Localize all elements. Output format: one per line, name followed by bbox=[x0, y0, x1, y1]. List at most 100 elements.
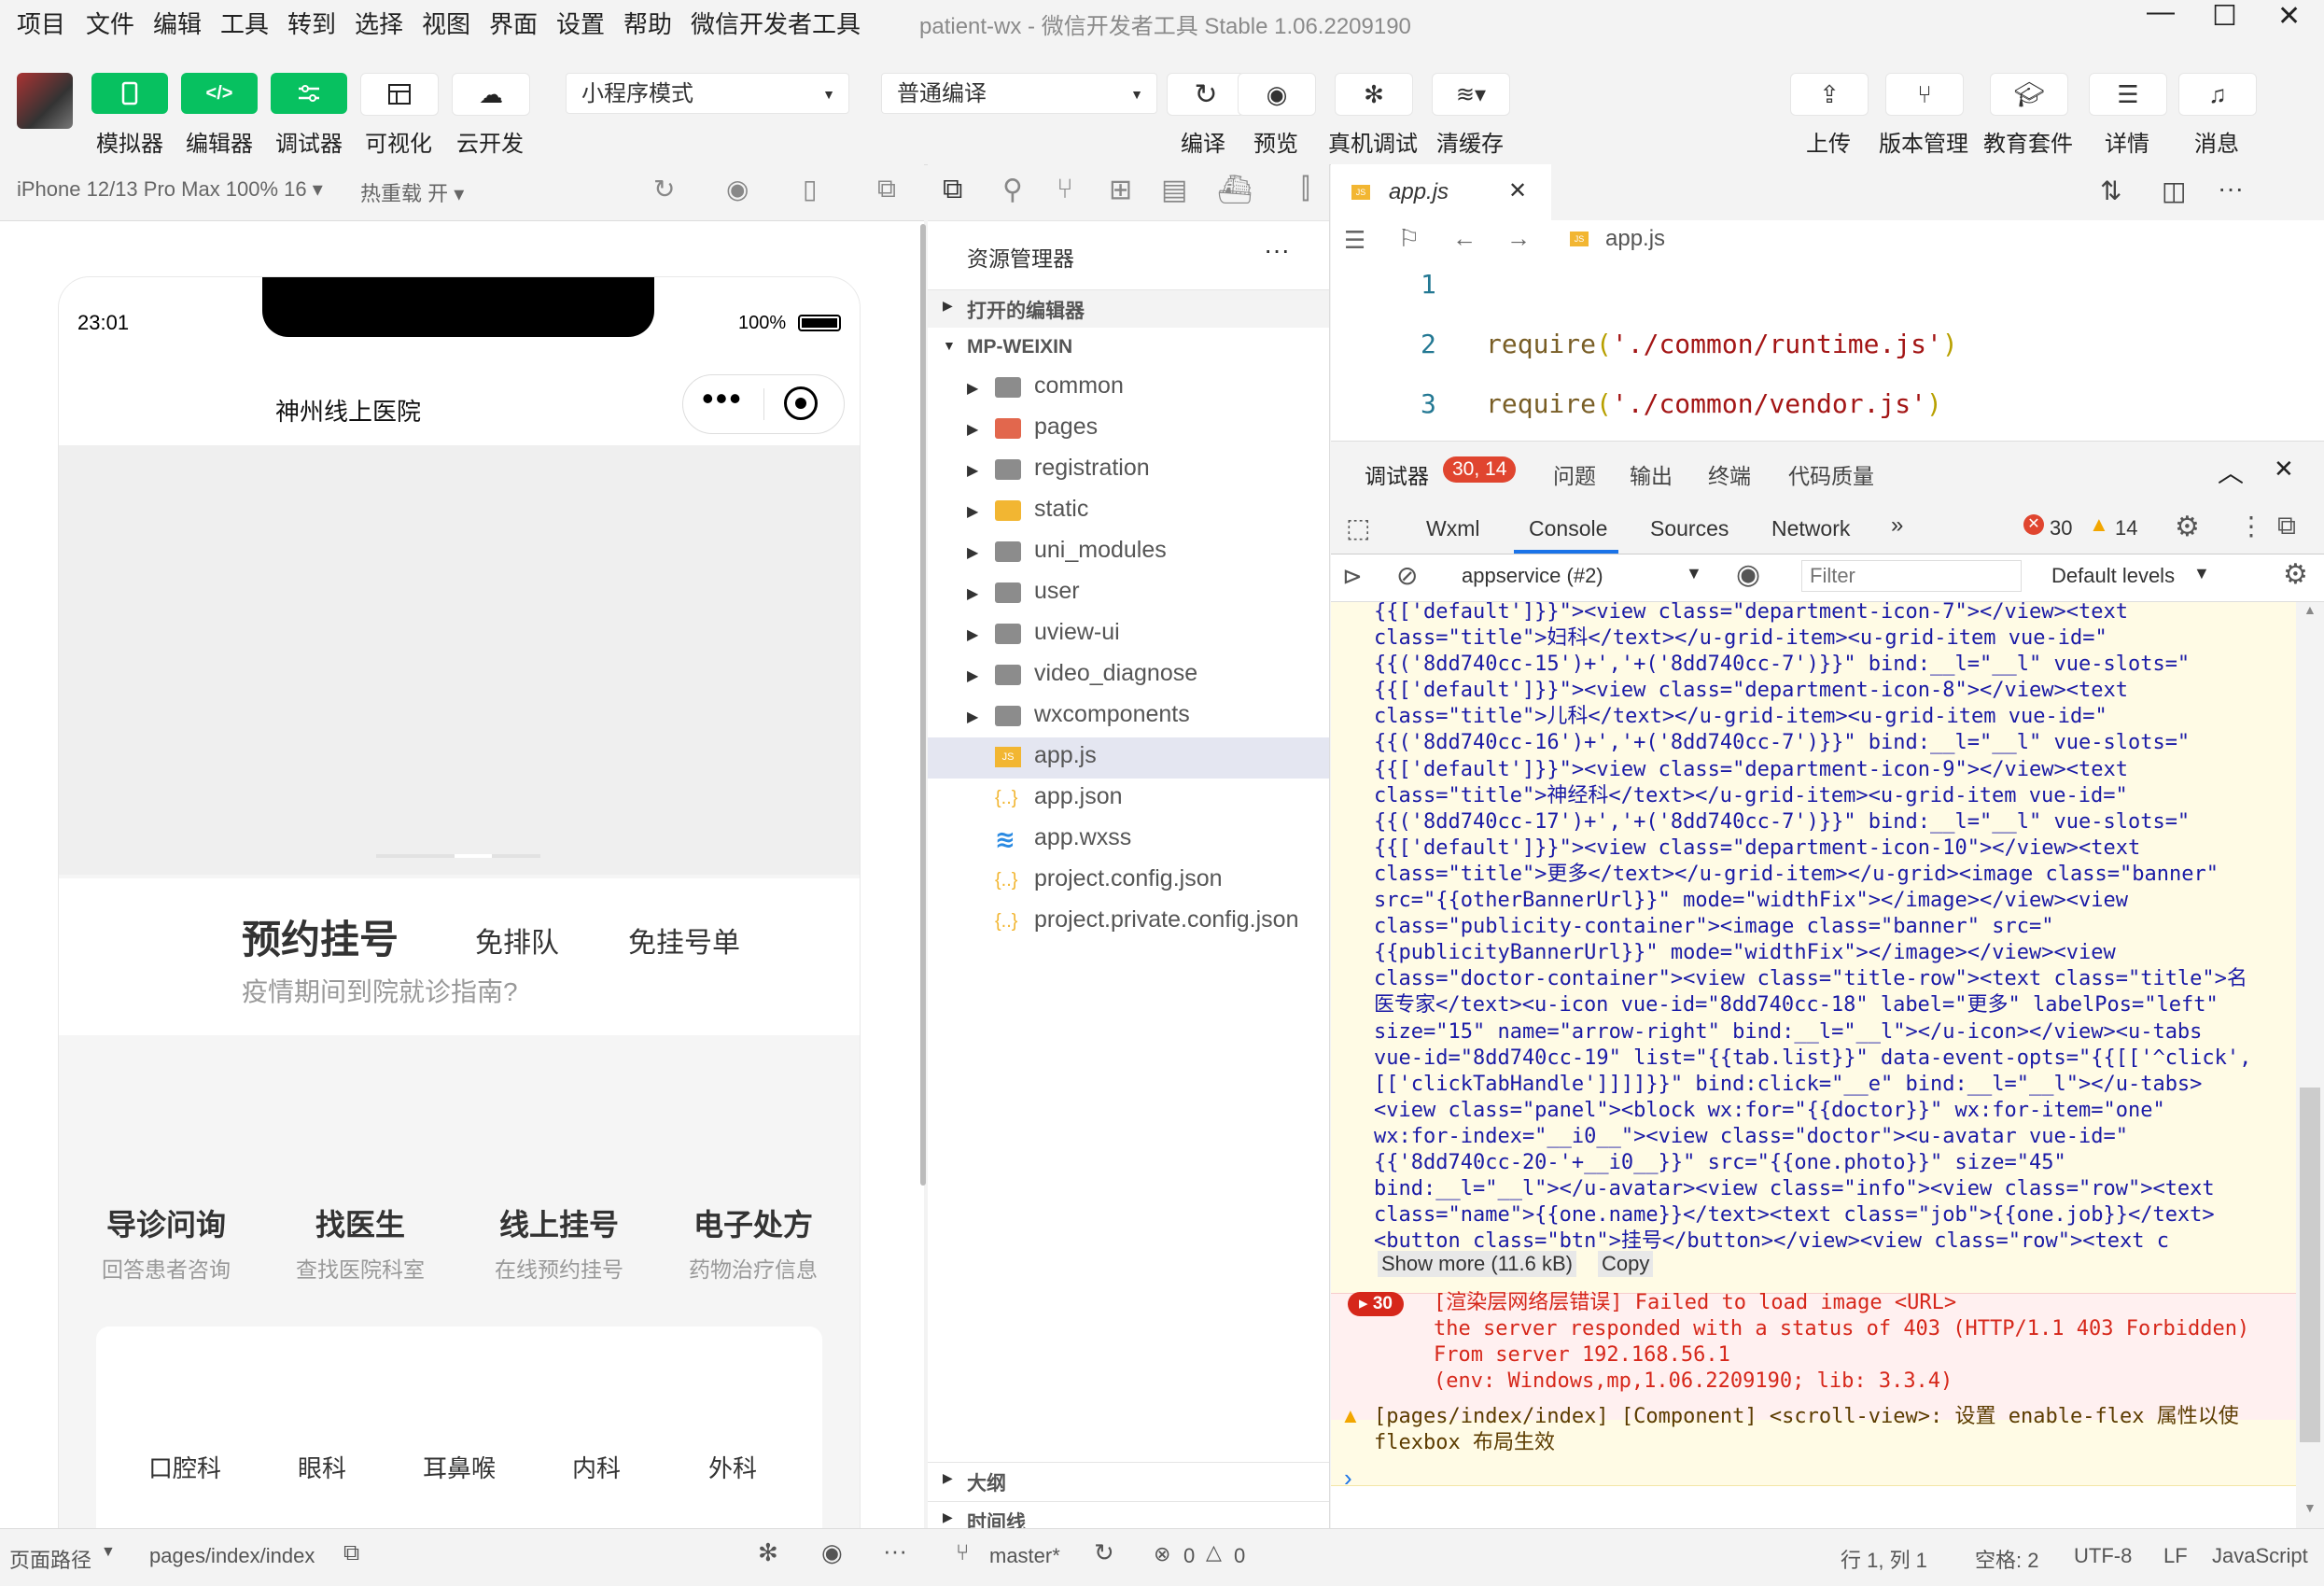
more-icon[interactable]: ··· bbox=[1264, 235, 1290, 265]
cursor-position[interactable]: 行 1, 列 1 bbox=[1841, 1544, 1927, 1574]
context-select[interactable]: appservice (#2) bbox=[1462, 564, 1603, 588]
menu-select[interactable]: 选择 bbox=[355, 6, 403, 40]
menu-view[interactable]: 视图 bbox=[422, 6, 470, 40]
compare-icon[interactable]: ⇅ bbox=[2100, 175, 2121, 206]
device-select[interactable]: iPhone 12/13 Pro Max 100% 16 ▾ bbox=[17, 177, 323, 202]
department-item[interactable]: 口腔科 bbox=[148, 1450, 221, 1484]
breadcrumb[interactable]: app.js bbox=[1605, 226, 1665, 252]
simulator-button[interactable] bbox=[91, 73, 168, 114]
editor-button[interactable]: </> bbox=[181, 73, 258, 114]
filter-input[interactable] bbox=[1801, 560, 2022, 592]
page-path[interactable]: pages/index/index bbox=[149, 1544, 315, 1568]
file-item[interactable]: {..} project.private.config.json bbox=[928, 902, 1329, 943]
upload-button[interactable]: ⇪ bbox=[1790, 73, 1869, 116]
open-editors-section[interactable]: ▶ 打开的编辑器 bbox=[928, 289, 1329, 328]
appointment-card[interactable]: 预约挂号 免排队 免挂号单 疫情期间到院就诊指南? bbox=[59, 878, 860, 1035]
menu-edit[interactable]: 编辑 bbox=[153, 6, 202, 40]
editor-tab-active[interactable]: JS app.js ✕ bbox=[1331, 164, 1551, 220]
compile-select[interactable]: 普通编译 ▼ bbox=[881, 73, 1157, 114]
menu-wechat-devtools[interactable]: 微信开发者工具 bbox=[691, 6, 861, 40]
file-item[interactable]: ≋ app.wxss bbox=[928, 820, 1329, 861]
split-icon[interactable]: ⫿ bbox=[1301, 174, 1310, 205]
undock-icon[interactable]: ⧉ bbox=[2277, 511, 2296, 541]
service-item[interactable]: 导诊问询 回答患者咨询 bbox=[77, 1201, 255, 1284]
detach-icon[interactable]: ⧉ bbox=[877, 174, 896, 204]
file-item[interactable]: {..} project.config.json bbox=[928, 861, 1329, 902]
folder-item[interactable]: ▶ user bbox=[928, 573, 1329, 614]
close-icon[interactable]: ✕ bbox=[2277, 0, 2301, 33]
tab-network[interactable]: Network bbox=[1771, 516, 1850, 541]
messages-button[interactable]: ♫ bbox=[2178, 73, 2257, 116]
chevron-up-icon[interactable]: ︿ bbox=[2218, 453, 2244, 490]
docker-icon[interactable]: ⛴ bbox=[1217, 174, 1253, 206]
menu-interface[interactable]: 界面 bbox=[489, 6, 538, 40]
problems-count[interactable]: 0 bbox=[1183, 1544, 1195, 1568]
encoding[interactable]: UTF-8 bbox=[2074, 1544, 2132, 1568]
menu-tools[interactable]: 工具 bbox=[220, 6, 269, 40]
folder-item[interactable]: ▶ video_diagnose bbox=[928, 655, 1329, 696]
folder-item[interactable]: ▶ uni_modules bbox=[928, 532, 1329, 573]
search-icon[interactable]: ⚲ bbox=[1002, 174, 1023, 206]
debugger-button[interactable] bbox=[271, 73, 347, 114]
tab-sources[interactable]: Sources bbox=[1650, 516, 1729, 541]
minimize-icon[interactable]: — bbox=[2147, 0, 2175, 28]
department-item[interactable]: 眼科 bbox=[298, 1450, 346, 1484]
maximize-icon[interactable]: ☐ bbox=[2212, 0, 2237, 33]
list-icon[interactable]: ☰ bbox=[1344, 226, 1365, 255]
folder-item[interactable]: ▶ uview-ui bbox=[928, 614, 1329, 655]
tab-debugger[interactable]: 调试器 bbox=[1365, 458, 1429, 490]
indentation[interactable]: 空格: 2 bbox=[1975, 1544, 2038, 1574]
git-icon[interactable]: ⑂ bbox=[1057, 174, 1073, 205]
bug-icon[interactable]: ✻ bbox=[758, 1538, 778, 1567]
language-mode[interactable]: JavaScript bbox=[2212, 1544, 2308, 1568]
tab-code-quality[interactable]: 代码质量 bbox=[1788, 458, 1874, 490]
levels-select[interactable]: Default levels bbox=[2051, 564, 2175, 588]
details-button[interactable]: ☰ bbox=[2089, 73, 2167, 116]
remote-debug-button[interactable]: ✻ bbox=[1335, 73, 1413, 116]
file-item[interactable]: {..} app.json bbox=[928, 779, 1329, 820]
service-item[interactable]: 找医生 查找医院科室 bbox=[272, 1201, 449, 1284]
more-icon[interactable]: ••• bbox=[702, 379, 743, 418]
hotreload-toggle[interactable]: 热重载 开 ▾ bbox=[360, 177, 464, 207]
tab-wxml[interactable]: Wxml bbox=[1426, 516, 1479, 541]
folder-item[interactable]: ▶ common bbox=[928, 368, 1329, 409]
menu-settings[interactable]: 设置 bbox=[556, 6, 605, 40]
scroll-down-icon[interactable]: ▼ bbox=[2303, 1500, 2317, 1515]
error-count[interactable]: 30 bbox=[2050, 516, 2072, 540]
root-folder[interactable]: ▼ MP-WEIXIN bbox=[928, 330, 1329, 368]
tab-output[interactable]: 输出 bbox=[1630, 458, 1673, 490]
close-capsule-icon[interactable] bbox=[784, 386, 818, 420]
cloud-button[interactable]: ☁ bbox=[452, 73, 530, 116]
chevron-down-icon[interactable]: ▼ bbox=[101, 1544, 116, 1561]
git-branch[interactable]: master* bbox=[989, 1544, 1060, 1568]
folder-item[interactable]: ▶ registration bbox=[928, 450, 1329, 491]
menu-goto[interactable]: 转到 bbox=[287, 6, 336, 40]
clear-cache-button[interactable]: ≋▾ bbox=[1432, 73, 1510, 116]
more-icon[interactable]: ··· bbox=[2218, 174, 2244, 204]
copy-icon[interactable]: ⧉ bbox=[343, 1540, 359, 1566]
tab-terminal[interactable]: 终端 bbox=[1708, 458, 1751, 490]
console-prompt[interactable]: › bbox=[1344, 1464, 1352, 1493]
visual-button[interactable] bbox=[360, 73, 439, 116]
copy-button[interactable]: Copy bbox=[1598, 1251, 1654, 1277]
code-area[interactable]: 1 2 3 require('./common/runtime.js') req… bbox=[1331, 269, 2324, 437]
back-icon[interactable]: ← bbox=[1452, 224, 1477, 253]
rotate-icon[interactable]: ↻ bbox=[653, 174, 675, 204]
sidebar-toggle-icon[interactable]: ⊳ bbox=[1342, 562, 1363, 591]
menu-project[interactable]: 项目 bbox=[17, 6, 65, 40]
swiper-banner[interactable] bbox=[59, 445, 860, 875]
folder-item[interactable]: ▶ pages bbox=[928, 409, 1329, 450]
chevron-down-icon[interactable]: ▼ bbox=[1686, 564, 1702, 583]
file-item-selected[interactable]: JS app.js bbox=[928, 737, 1329, 779]
show-more-button[interactable]: Show more (11.6 kB) bbox=[1378, 1251, 1577, 1277]
more-tabs-icon[interactable]: » bbox=[1891, 512, 1903, 539]
menu-help[interactable]: 帮助 bbox=[623, 6, 672, 40]
version-button[interactable]: ⑂ bbox=[1885, 73, 1964, 116]
inspect-icon[interactable]: ⬚ bbox=[1346, 512, 1370, 543]
warning-count[interactable]: 14 bbox=[2115, 516, 2137, 540]
more-icon[interactable]: ··· bbox=[883, 1537, 907, 1565]
extensions-icon[interactable]: ⊞ bbox=[1109, 174, 1132, 206]
outline-section[interactable]: ▶ 大纲 bbox=[928, 1462, 1329, 1500]
close-icon[interactable]: ✕ bbox=[1508, 177, 1527, 204]
department-item[interactable]: 内科 bbox=[572, 1450, 621, 1484]
